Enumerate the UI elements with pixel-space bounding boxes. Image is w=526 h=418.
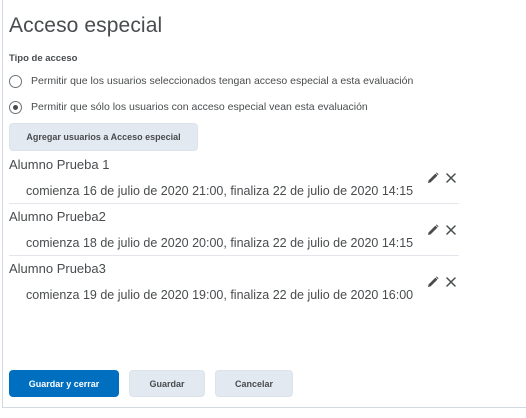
user-name: Alumno Prueba 1: [9, 157, 110, 172]
special-access-dialog: Acceso especial Tipo de acceso Permitir …: [0, 0, 526, 418]
close-icon[interactable]: [446, 173, 456, 183]
save-button[interactable]: Guardar: [129, 370, 205, 397]
radio-button-selected[interactable]: [9, 100, 22, 114]
pencil-icon[interactable]: [427, 224, 439, 236]
dialog-title: Acceso especial: [9, 14, 163, 37]
close-icon[interactable]: [446, 277, 456, 287]
pencil-icon[interactable]: [427, 276, 439, 288]
special-access-entry: Alumno Prueba3 comienza 19 de julio de 2…: [9, 260, 459, 312]
close-icon[interactable]: [446, 225, 456, 235]
user-name: Alumno Prueba2: [9, 209, 106, 224]
radio-button[interactable]: [9, 74, 22, 88]
special-access-entry: Alumno Prueba2 comienza 18 de julio de 2…: [9, 208, 459, 260]
special-access-entry: Alumno Prueba 1 comienza 16 de julio de …: [9, 156, 459, 208]
add-users-button[interactable]: Agregar usuarios a Acceso especial: [9, 123, 198, 151]
radio-label: Permitir que los usuarios seleccionados …: [31, 75, 414, 87]
pencil-icon[interactable]: [427, 172, 439, 184]
divider: [9, 255, 459, 256]
radio-label: Permitir que sólo los usuarios con acces…: [31, 101, 368, 113]
access-dates: comienza 19 de julio de 2020 19:00, fina…: [26, 288, 414, 302]
access-dates: comienza 16 de julio de 2020 21:00, fina…: [26, 184, 414, 198]
divider: [9, 203, 459, 204]
save-and-close-button[interactable]: Guardar y cerrar: [9, 370, 119, 397]
left-border: [2, 0, 3, 408]
bottom-border: [2, 407, 526, 408]
access-dates: comienza 18 de julio de 2020 20:00, fina…: [26, 236, 414, 250]
access-type-label: Tipo de acceso: [9, 53, 78, 64]
access-option-allow-selected[interactable]: Permitir que los usuarios seleccionados …: [9, 73, 413, 89]
user-name: Alumno Prueba3: [9, 261, 106, 276]
access-option-only-special[interactable]: Permitir que sólo los usuarios con acces…: [9, 99, 368, 115]
cancel-button[interactable]: Cancelar: [215, 370, 293, 397]
